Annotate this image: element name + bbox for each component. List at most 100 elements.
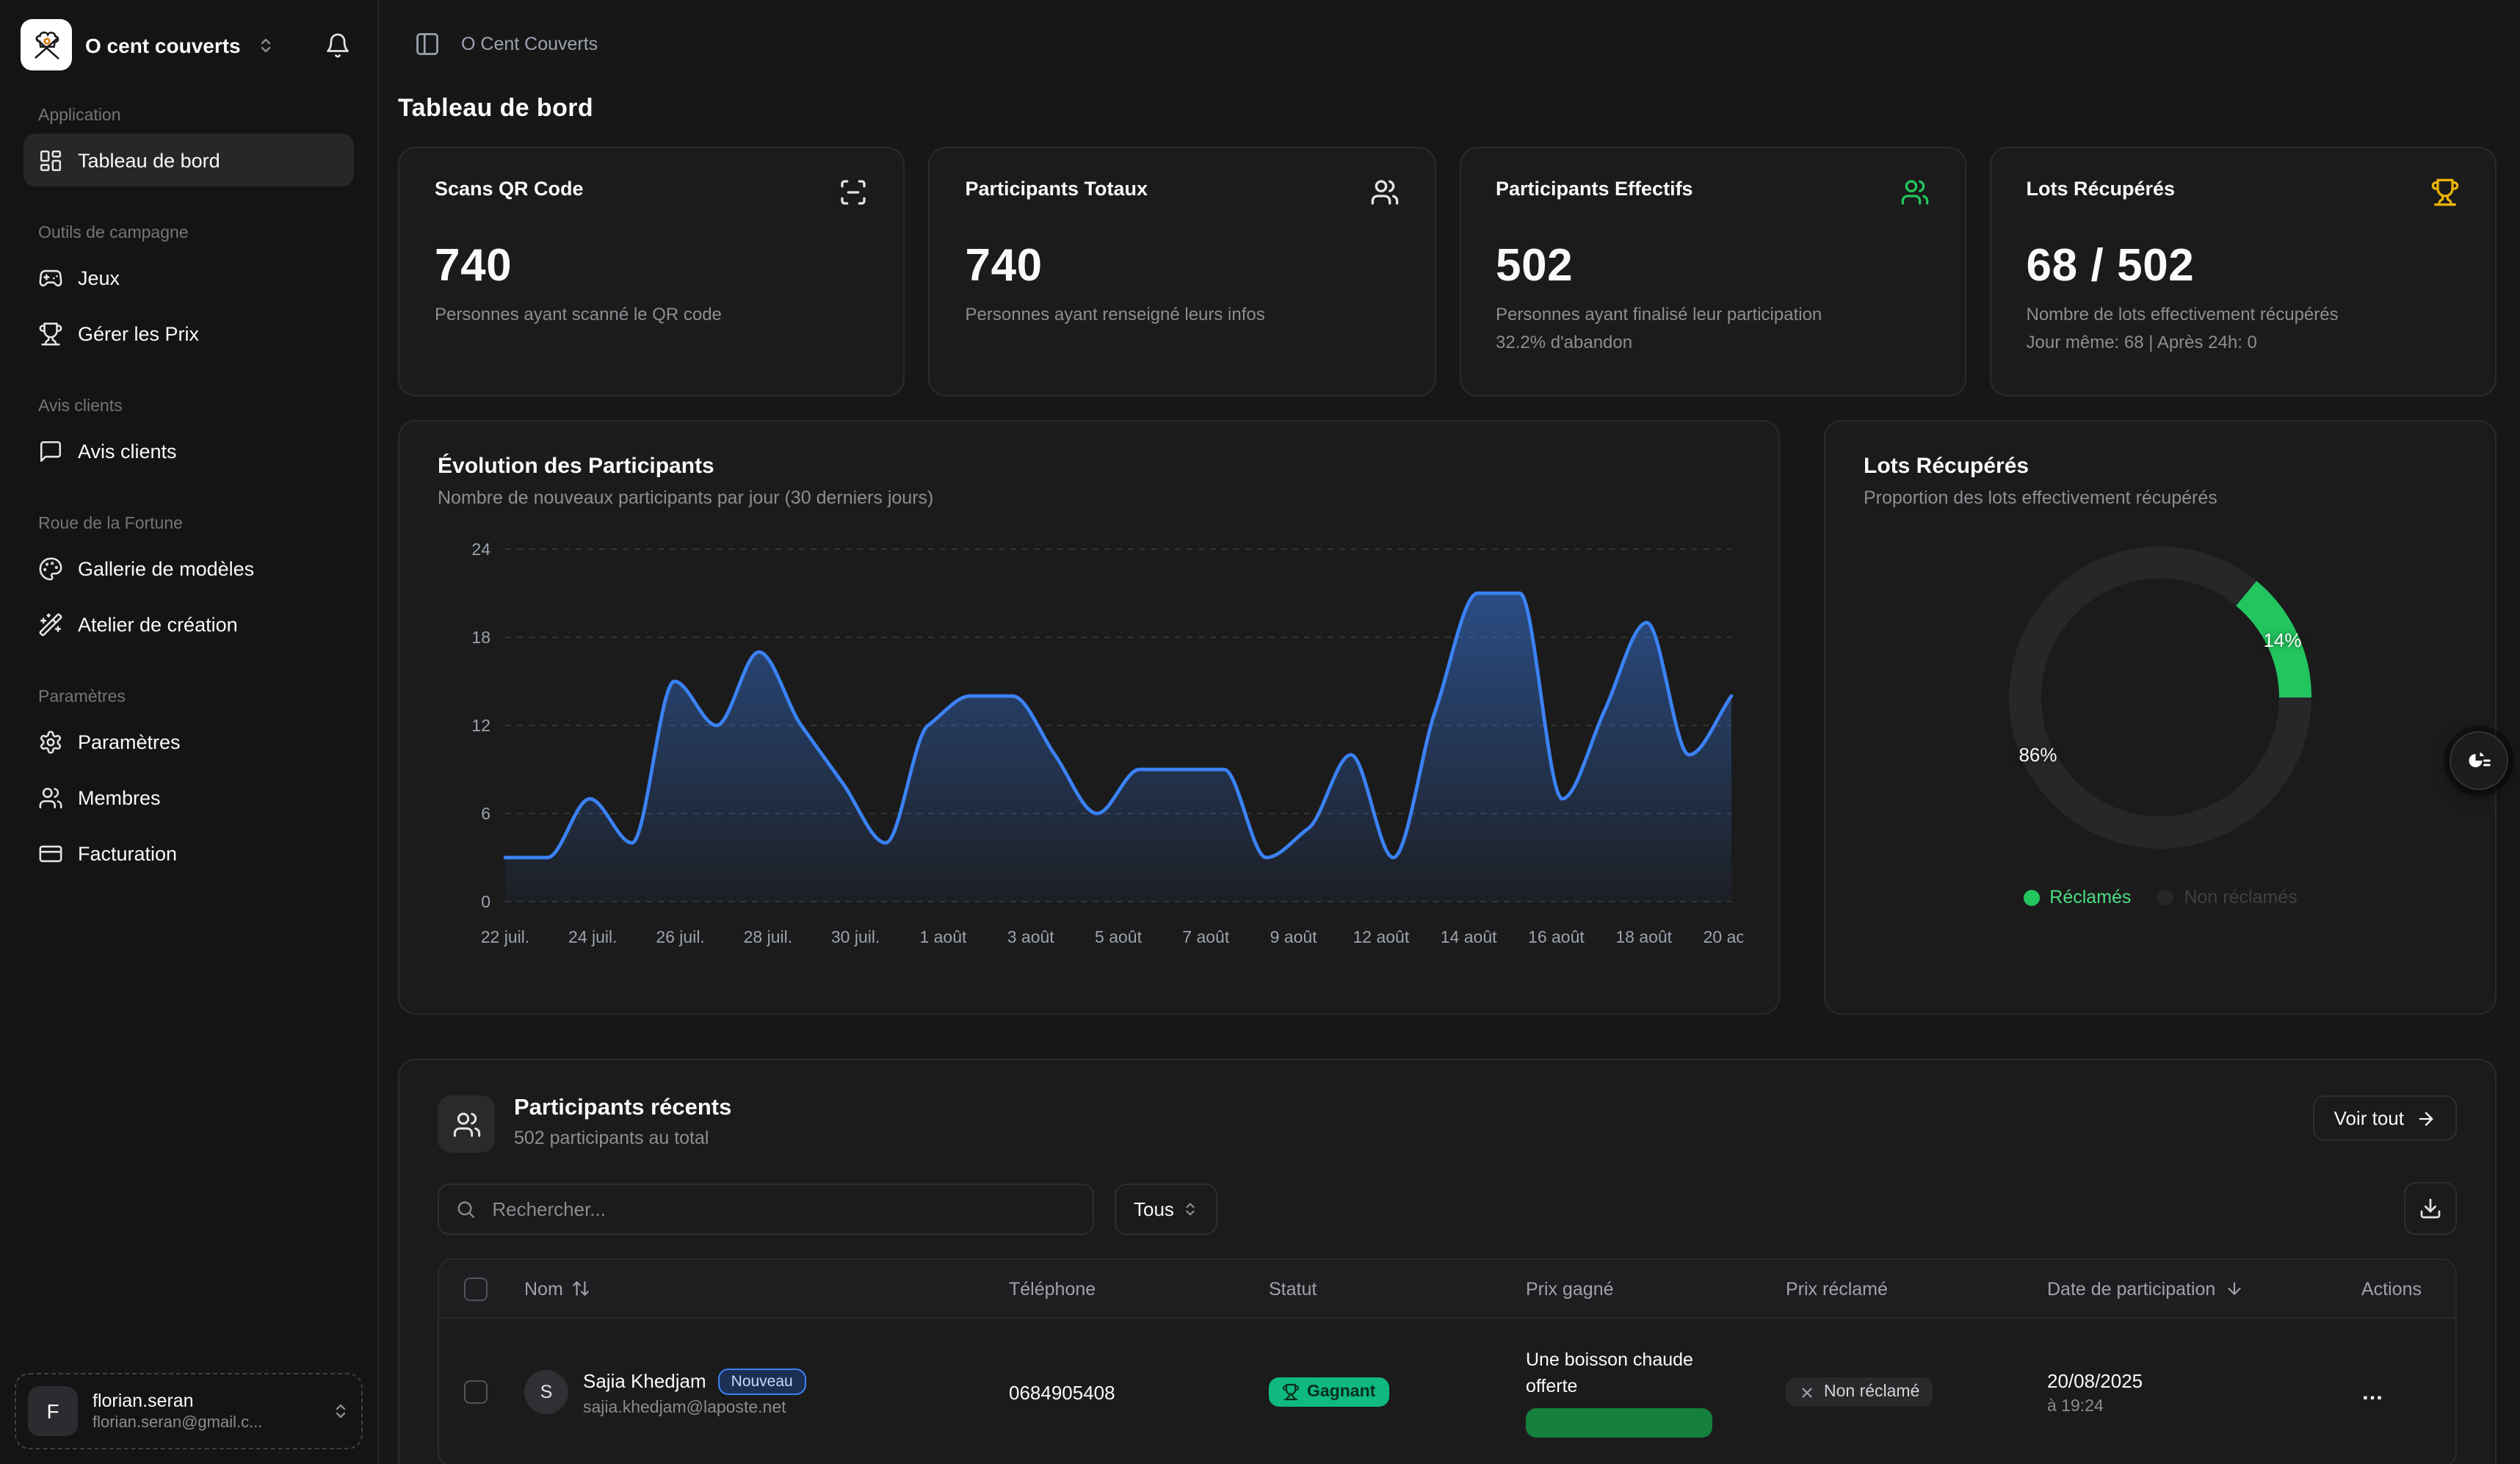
sidebar: O cent couverts ApplicationTableau de bo… xyxy=(0,0,379,1464)
search-input[interactable] xyxy=(489,1196,1076,1221)
charts-row: Évolution des Participants Nombre de nou… xyxy=(398,420,2497,1015)
view-all-button[interactable]: Voir tout xyxy=(2314,1095,2457,1141)
stat-value: 502 xyxy=(1496,239,1930,292)
section-subtitle: 502 participants au total xyxy=(514,1128,731,1148)
sidebar-item-membres[interactable]: Membres xyxy=(23,771,354,824)
card-icon xyxy=(38,841,63,866)
row-checkbox[interactable] xyxy=(464,1380,488,1404)
svg-text:20 août: 20 août xyxy=(1703,927,1743,946)
sidebar-section-label: Paramètres xyxy=(23,677,354,715)
chart-title: Évolution des Participants xyxy=(438,454,1740,479)
search-icon xyxy=(455,1197,476,1220)
org-switcher[interactable]: O cent couverts xyxy=(0,0,377,90)
row-avatar: S xyxy=(524,1370,568,1414)
x-icon xyxy=(1799,1384,1815,1400)
prize-pill xyxy=(1526,1408,1712,1438)
sidebar-item-jeux[interactable]: Jeux xyxy=(23,251,354,304)
column-header-nom[interactable]: Nom xyxy=(513,1278,997,1299)
wand-icon xyxy=(38,612,63,637)
export-download-button[interactable] xyxy=(2404,1182,2457,1235)
table-header-row: NomTéléphoneStatutPrix gagnéPrix réclamé… xyxy=(439,1260,2455,1319)
sidebar-item-param-tres[interactable]: Paramètres xyxy=(23,715,354,768)
chart-settings-fab[interactable] xyxy=(2450,731,2508,790)
svg-text:16 août: 16 août xyxy=(1528,927,1585,946)
chart-subtitle: Nombre de nouveaux participants par jour… xyxy=(438,488,1740,508)
svg-text:1 août: 1 août xyxy=(919,927,967,946)
sidebar-item-tableau-de-bord[interactable]: Tableau de bord xyxy=(23,134,354,186)
breadcrumb: O Cent Couverts xyxy=(461,34,598,54)
svg-text:26 juil.: 26 juil. xyxy=(656,927,704,946)
main-area: O Cent Couverts Tableau de bord Scans QR… xyxy=(379,0,2520,1464)
page-title: Tableau de bord xyxy=(398,94,2497,123)
users-icon xyxy=(438,1095,495,1153)
donut-subtitle: Proportion des lots effectivement récupé… xyxy=(1864,488,2457,508)
row-actions-button[interactable]: … xyxy=(2361,1380,2385,1405)
chat-icon xyxy=(38,438,63,463)
stat-title: Participants Totaux xyxy=(966,178,1148,200)
notifications-bell-button[interactable] xyxy=(319,26,357,64)
donut-legend: RéclamésNon réclamés xyxy=(1864,887,2457,907)
sidebar-item-facturation[interactable]: Facturation xyxy=(23,827,354,880)
sidebar-item-g-rer-les-prix[interactable]: Gérer les Prix xyxy=(23,307,354,360)
select-all-checkbox[interactable] xyxy=(464,1277,488,1300)
column-header-prix-gagn-: Prix gagné xyxy=(1514,1278,1774,1299)
sortDown-icon xyxy=(2224,1279,2243,1298)
dashboard-icon xyxy=(38,148,63,173)
gear-icon xyxy=(38,729,63,754)
stat-title: Lots Récupérés xyxy=(2027,178,2176,200)
topbar: O Cent Couverts xyxy=(379,0,2520,88)
svg-text:22 juil.: 22 juil. xyxy=(481,927,529,946)
status-filter-select[interactable]: Tous xyxy=(1115,1183,1218,1234)
area-chart: 0612182422 juil.24 juil.26 juil.28 juil.… xyxy=(438,532,1740,966)
user-menu[interactable]: F florian.seran florian.seran@gmail.c... xyxy=(15,1373,363,1449)
svg-text:24 juil.: 24 juil. xyxy=(568,927,617,946)
stat-cards-row: Scans QR Code 740 Personnes ayant scanné… xyxy=(398,147,2497,396)
participant-phone: 0684905408 xyxy=(997,1381,1257,1403)
legend-dot xyxy=(2157,889,2173,905)
svg-text:24: 24 xyxy=(471,540,490,559)
column-header-prix-r-clam-: Prix réclamé xyxy=(1774,1278,2035,1299)
prize-won: Une boisson chaude offerte xyxy=(1526,1347,1743,1399)
user-name: florian.seran xyxy=(93,1389,314,1413)
column-header-date-de-participation[interactable]: Date de participation xyxy=(2035,1278,2350,1299)
sidebar-toggle-button[interactable] xyxy=(411,28,443,60)
chevrons-up-down-icon xyxy=(1183,1200,1199,1217)
svg-text:0: 0 xyxy=(481,892,490,911)
svg-text:9 août: 9 août xyxy=(1270,927,1318,946)
table-row: S Sajia Khedjam Nouveau sajia.khedjam@la… xyxy=(439,1319,2455,1464)
content: Tableau de bord Scans QR Code 740 Person… xyxy=(379,88,2520,1464)
recent-participants-card: Participants récents 502 participants au… xyxy=(398,1059,2497,1464)
sidebar-section: ParamètresParamètresMembresFacturation xyxy=(23,677,354,880)
sidebar-item-avis-clients[interactable]: Avis clients xyxy=(23,424,354,477)
stat-desc: Nombre de lots effectivement récupérés xyxy=(2027,302,2461,326)
users-icon xyxy=(1369,178,1399,207)
trophy-icon xyxy=(38,321,63,346)
sidebar-item-gallerie-de-mod-les[interactable]: Gallerie de modèles xyxy=(23,542,354,595)
section-title: Participants récents xyxy=(514,1095,731,1122)
avatar: F xyxy=(28,1386,78,1436)
svg-text:6: 6 xyxy=(481,804,490,823)
participant-email: sajia.khedjam@laposte.net xyxy=(583,1399,806,1416)
trophy-icon xyxy=(2430,178,2460,207)
stat-desc: Personnes ayant renseigné leurs infos xyxy=(966,302,1400,326)
arrow-right-icon xyxy=(2416,1108,2436,1128)
svg-text:3 août: 3 août xyxy=(1007,927,1055,946)
users-icon xyxy=(1900,178,1930,207)
donut-title: Lots Récupérés xyxy=(1864,454,2457,479)
stat-card: Lots Récupérés 68 / 502 Nombre de lots e… xyxy=(1990,147,2497,396)
download-icon xyxy=(2419,1197,2442,1220)
bell-icon xyxy=(325,32,351,58)
org-logo xyxy=(21,19,72,70)
stat-extra: 32.2% d'abandon xyxy=(1496,332,1930,352)
sidebar-section-label: Application xyxy=(23,95,354,134)
search-box xyxy=(438,1183,1094,1234)
scan-icon xyxy=(839,178,869,207)
claim-badge: Non réclamé xyxy=(1786,1377,1933,1407)
status-badge: Gagnant xyxy=(1269,1377,1388,1407)
stat-value: 740 xyxy=(435,239,869,292)
sidebar-item-atelier-de-cr-ation[interactable]: Atelier de création xyxy=(23,598,354,651)
svg-text:30 juil.: 30 juil. xyxy=(831,927,880,946)
org-name: O cent couverts xyxy=(85,33,241,57)
user-email: florian.seran@gmail.c... xyxy=(93,1413,266,1433)
svg-text:28 juil.: 28 juil. xyxy=(744,927,792,946)
